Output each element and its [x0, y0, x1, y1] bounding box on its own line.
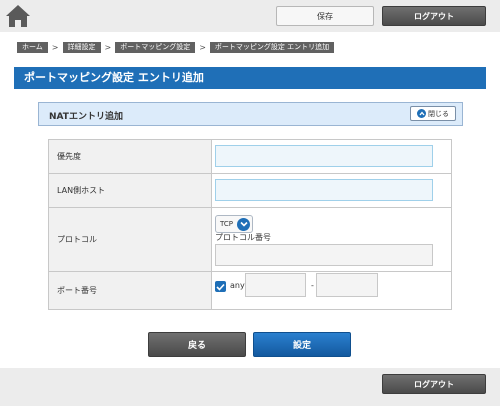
breadcrumb-home[interactable]: ホーム — [17, 42, 48, 53]
chevron-up-icon — [417, 109, 426, 118]
priority-label: 優先度 — [49, 140, 212, 173]
priority-row: 優先度 — [49, 140, 451, 174]
nat-entry-form: 優先度 LAN側ホスト プロトコル TCP プロトコル番号 ポート番号 any … — [48, 139, 452, 310]
lan-host-label: LAN側ホスト — [49, 174, 212, 207]
priority-input[interactable] — [215, 145, 433, 167]
port-row: ポート番号 any - — [49, 272, 451, 309]
back-button[interactable]: 戻る — [148, 332, 246, 357]
footer-logout-button[interactable]: ログアウト — [382, 374, 486, 394]
breadcrumb-advanced-settings[interactable]: 詳細設定 — [62, 42, 101, 53]
close-section-button[interactable]: 閉じる — [410, 106, 456, 121]
page-title: ポートマッピング設定 エントリ追加 — [14, 67, 486, 89]
breadcrumb-current: ポートマッピング設定 エントリ追加 — [209, 42, 335, 53]
section-header: NATエントリ追加 閉じる — [38, 102, 463, 126]
protocol-number-label: プロトコル番号 — [215, 233, 271, 242]
home-button[interactable] — [0, 0, 36, 32]
breadcrumb: ホーム > 詳細設定 > ポートマッピング設定 > ポートマッピング設定 エント… — [17, 42, 335, 53]
any-port-label: any — [230, 281, 245, 290]
protocol-row: プロトコル TCP プロトコル番号 — [49, 208, 451, 272]
breadcrumb-port-mapping[interactable]: ポートマッピング設定 — [115, 42, 196, 53]
protocol-label: プロトコル — [49, 208, 212, 271]
chevron-down-icon — [237, 217, 250, 231]
lan-host-input[interactable] — [215, 179, 433, 201]
port-range-separator: - — [311, 281, 314, 290]
breadcrumb-separator: > — [199, 43, 206, 52]
logout-button[interactable]: ログアウト — [382, 6, 486, 26]
breadcrumb-separator: > — [104, 43, 112, 52]
any-port-checkbox[interactable] — [215, 281, 226, 292]
protocol-select[interactable]: TCP — [215, 215, 253, 233]
section-title: NATエントリ追加 — [49, 112, 123, 122]
lan-host-row: LAN側ホスト — [49, 174, 451, 208]
apply-button[interactable]: 設定 — [253, 332, 351, 357]
home-icon — [6, 5, 30, 27]
protocol-selected-value: TCP — [220, 220, 233, 228]
checkmark-icon — [216, 283, 225, 291]
port-to-input[interactable] — [316, 273, 378, 297]
save-button[interactable]: 保存 — [276, 6, 374, 26]
breadcrumb-separator: > — [51, 43, 59, 52]
close-section-label: 閉じる — [428, 109, 449, 118]
port-label: ポート番号 — [49, 272, 212, 309]
protocol-number-input[interactable] — [215, 244, 433, 266]
port-from-input[interactable] — [245, 273, 306, 297]
